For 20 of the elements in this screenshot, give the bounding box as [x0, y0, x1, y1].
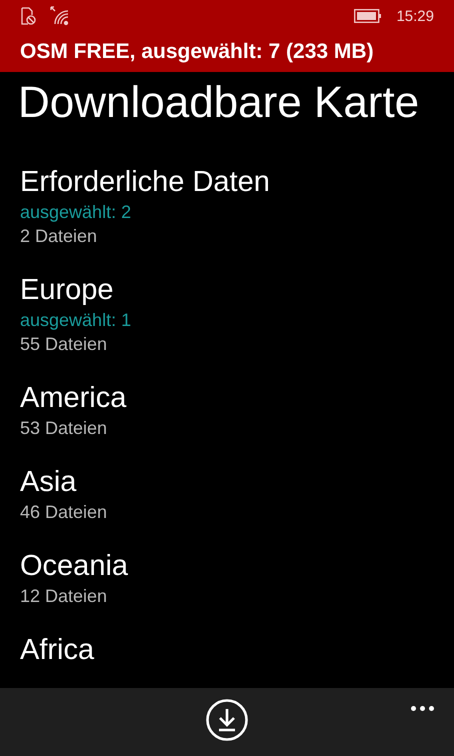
- group-name[interactable]: America: [20, 380, 126, 416]
- file-count: 53 Dateien: [20, 417, 108, 440]
- group-name[interactable]: Africa: [20, 632, 94, 668]
- selection-count: ausgewählt: 1: [20, 309, 132, 332]
- wifi-icon: [50, 6, 70, 26]
- file-count: 55 Dateien: [20, 333, 108, 356]
- file-count: 46 Dateien: [20, 501, 108, 524]
- group-name[interactable]: Asia: [20, 464, 76, 500]
- header-title: OSM FREE, ausgewählt: 7 (233 MB): [20, 40, 374, 64]
- group-name[interactable]: Oceania: [20, 548, 128, 584]
- file-count: 2 Dateien: [20, 225, 98, 248]
- group-name[interactable]: Europe: [20, 272, 114, 308]
- page-title: Downloadbare Karte: [18, 78, 420, 128]
- phone-blocked-icon: [20, 7, 36, 25]
- download-icon[interactable]: [205, 698, 249, 742]
- group-name[interactable]: Erforderliche Daten: [20, 164, 270, 200]
- battery-icon: [354, 9, 382, 23]
- clock-time: 15:29: [396, 8, 434, 24]
- selection-count: ausgewählt: 2: [20, 201, 132, 224]
- file-count: 12 Dateien: [20, 585, 108, 608]
